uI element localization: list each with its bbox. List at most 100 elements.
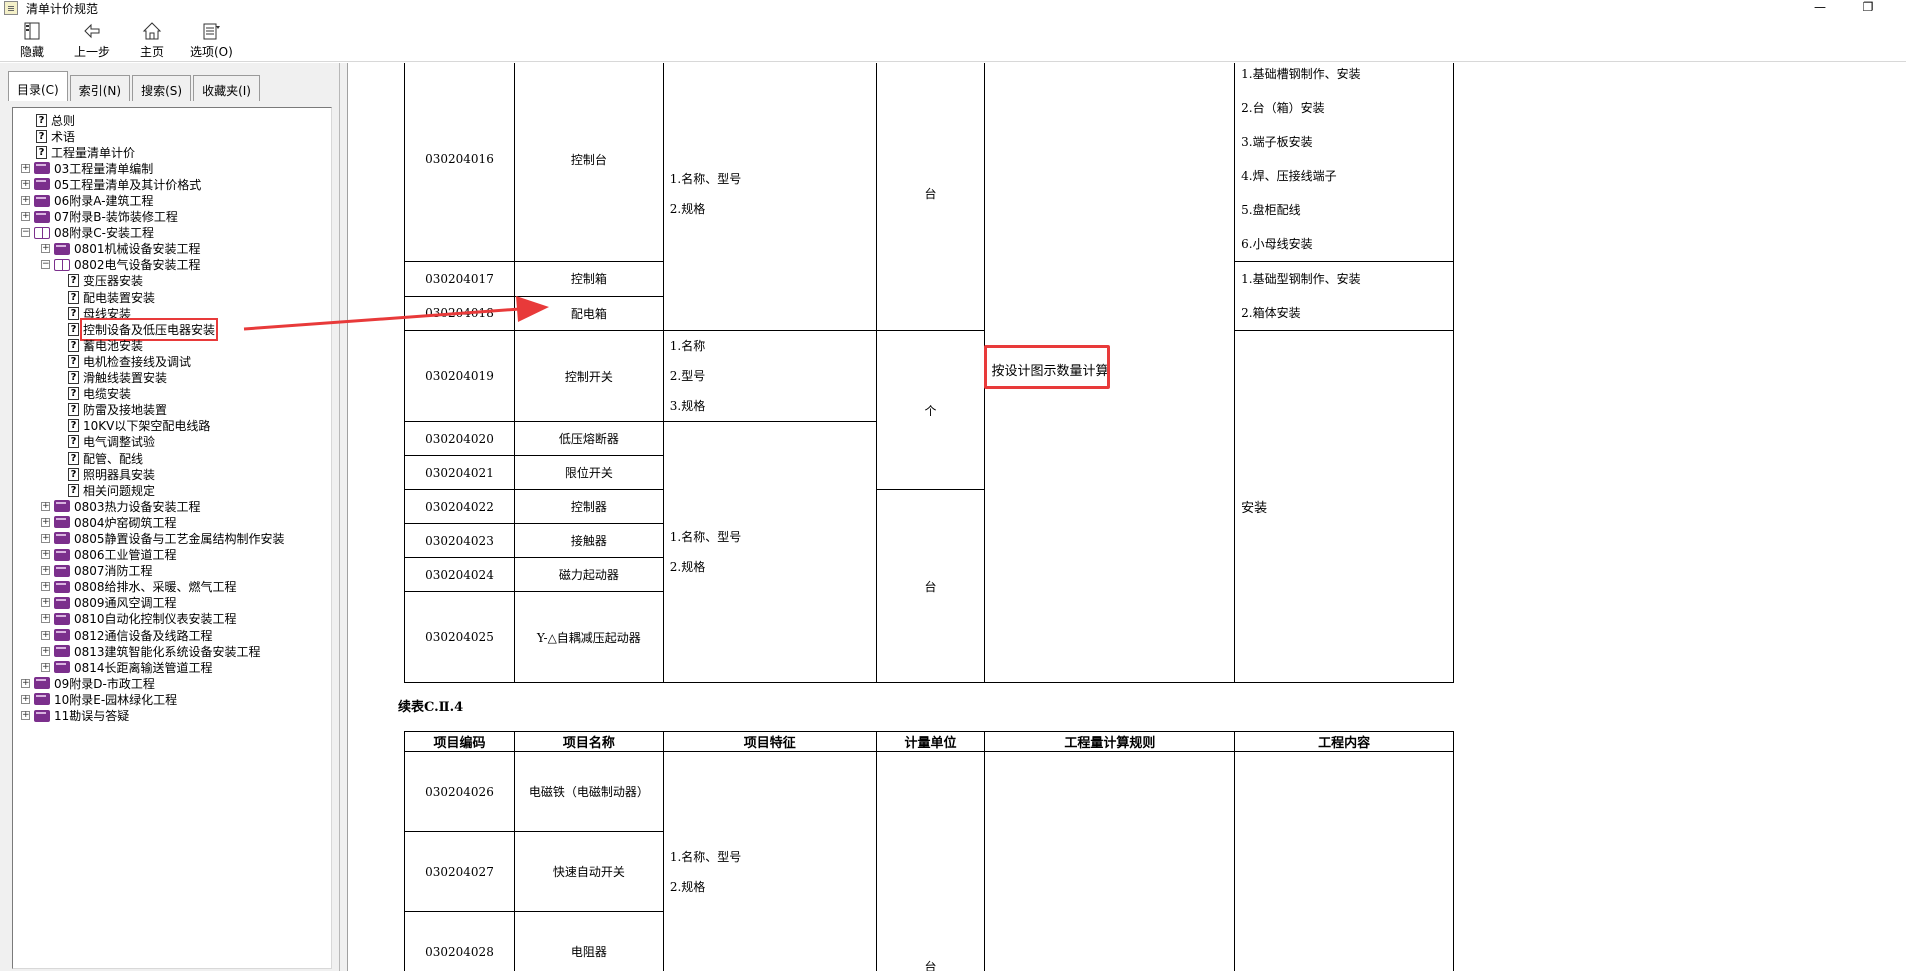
home-button[interactable]: 主页 [140, 20, 164, 60]
work-line: 5.盘柜配线 [1241, 203, 1301, 217]
tree-item[interactable]: +0803热力设备安装工程 [13, 498, 331, 514]
tree-item[interactable]: ? 控制设备及低压电器安装 [13, 317, 331, 341]
help-topic-icon: ? [68, 274, 79, 288]
expand-icon[interactable]: + [21, 163, 30, 173]
tree-item[interactable]: +0801机械设备安装工程 [13, 241, 331, 257]
tree-item[interactable]: +10附录E-园林绿化工程 [13, 691, 331, 707]
tree-item-label: 03工程量清单编制 [54, 161, 154, 176]
expand-icon[interactable]: + [21, 179, 30, 189]
tree-item[interactable]: ? 10KV以下架空配电线路 [13, 418, 331, 434]
expand-icon[interactable]: + [41, 566, 50, 576]
tree-item[interactable]: ? 工程量清单计价 [13, 144, 331, 160]
tree-item[interactable]: − 0802电气设备安装工程 [13, 257, 331, 273]
window-title: 清单计价规范 [26, 1, 99, 16]
expand-icon[interactable]: + [41, 646, 50, 656]
item-code: 030204019 [404, 330, 515, 422]
tree-item-label: 10KV以下架空配电线路 [83, 419, 211, 434]
tree-item-label: 0809通风空调工程 [74, 596, 177, 611]
tree-item[interactable]: ? 母线安装 [13, 305, 331, 321]
book-icon [54, 548, 70, 561]
item-code: 030204022 [404, 489, 515, 524]
tree-item[interactable]: +0805静置设备与工艺金属结构制作安装 [13, 530, 331, 546]
tree-item[interactable]: ? 滑触线装置安装 [13, 370, 331, 386]
tree-item[interactable]: ? 配管、配线 [13, 450, 331, 466]
tree-item[interactable]: +09附录D-市政工程 [13, 675, 331, 691]
tree-item[interactable]: ? 蓄电池安装 [13, 337, 331, 353]
help-topic-icon: ? [68, 354, 79, 368]
item-name: 控制台 [513, 63, 664, 262]
tree-item[interactable]: +0806工业管道工程 [13, 547, 331, 563]
expand-icon[interactable]: + [41, 614, 50, 624]
book-icon [34, 210, 50, 223]
hide-button[interactable]: 隐藏 [20, 20, 44, 60]
tree-item[interactable]: +0807消防工程 [13, 563, 331, 579]
tree-item[interactable]: ? 变压器安装 [13, 273, 331, 289]
feature-line: 1.名称、型号 [669, 171, 742, 186]
nav-tabs: 目录(C) 索引(N) 搜索(S) 收藏夹(I) [8, 71, 262, 101]
tab-favorites[interactable]: 收藏夹(I) [193, 75, 260, 101]
tab-search[interactable]: 搜索(S) [132, 75, 192, 101]
expand-icon[interactable]: + [41, 630, 50, 640]
tree-item-label: 工程量清单计价 [51, 145, 136, 160]
expand-icon[interactable]: + [41, 598, 50, 608]
minimize-button[interactable]: — [1800, 0, 1840, 16]
expand-icon[interactable]: + [21, 694, 30, 704]
tree-item[interactable]: +05工程量清单及其计价格式 [13, 176, 331, 192]
item-name: 配电箱 [513, 295, 664, 331]
tree-item-label: 06附录A-建筑工程 [54, 194, 154, 209]
back-button[interactable]: 上一步 [74, 20, 110, 60]
table-header-row: 项目编码 项目名称 项目特征 计量单位 工程量计算规则 工程内容 [404, 731, 1454, 752]
home-label: 主页 [140, 45, 165, 59]
tree-item[interactable]: ? 电气调整试验 [13, 434, 331, 450]
tree-item[interactable]: ? 电机检查接线及调试 [13, 353, 331, 369]
expand-icon[interactable]: + [41, 582, 50, 592]
tree-item[interactable]: +0809通风空调工程 [13, 595, 331, 611]
tree-item[interactable]: +0812通信设备及线路工程 [13, 627, 331, 643]
tree-item[interactable]: ? 电缆安装 [13, 386, 331, 402]
tree-item[interactable]: +0808给排水、采暖、燃气工程 [13, 579, 331, 595]
tree-item[interactable]: ? 防雷及接地装置 [13, 402, 331, 418]
tree-item[interactable]: +06附录A-建筑工程 [13, 192, 331, 208]
tree-item[interactable]: ? 总则 [13, 112, 331, 128]
pane-splitter[interactable] [340, 63, 348, 971]
collapse-icon[interactable]: − [41, 260, 50, 270]
book-icon [34, 194, 50, 207]
expand-icon[interactable]: + [21, 196, 30, 206]
restore-button[interactable]: ❐ [1848, 0, 1888, 16]
expand-icon[interactable]: + [41, 244, 50, 254]
help-topic-icon: ? [68, 451, 79, 465]
item-features: 1.名称 2.型号 3.规格 [662, 330, 877, 422]
tree-item-label: 0807消防工程 [74, 564, 153, 579]
expand-icon[interactable]: + [41, 501, 50, 511]
tree-item[interactable]: ? 相关问题规定 [13, 482, 331, 498]
tab-contents[interactable]: 目录(C) [8, 71, 68, 101]
tree-item[interactable]: − 08附录C-安装工程 [13, 225, 331, 241]
expand-icon[interactable]: + [21, 711, 30, 721]
tree-item-label: 变压器安装 [83, 274, 144, 289]
tree-item[interactable]: ? 配电装置安装 [13, 289, 331, 305]
tree-item-label: 防雷及接地装置 [83, 403, 168, 418]
tab-index[interactable]: 索引(N) [69, 75, 131, 101]
expand-icon[interactable]: + [41, 517, 50, 527]
work-line: 1.基础型钢制作、安装 [1241, 272, 1361, 286]
expand-icon[interactable]: + [21, 678, 30, 688]
tree-item[interactable]: +0814长距离输送管道工程 [13, 659, 331, 675]
tree-item[interactable]: +0804炉窑砌筑工程 [13, 514, 331, 530]
tree-item[interactable]: +0813建筑智能化系统设备安装工程 [13, 643, 331, 659]
tree-item[interactable]: ? 照明器具安装 [13, 466, 331, 482]
expand-icon[interactable]: + [41, 533, 50, 543]
tree-item[interactable]: +0810自动化控制仪表安装工程 [13, 611, 331, 627]
expand-icon[interactable]: + [41, 662, 50, 672]
column-header: 计量单位 [875, 731, 986, 752]
help-topic-icon: ? [68, 483, 79, 497]
tree-item[interactable]: ? 术语 [13, 128, 331, 144]
expand-icon[interactable]: + [41, 550, 50, 560]
tree-item-label: 控制设备及低压电器安装 [79, 317, 219, 341]
work-line: 2.箱体安装 [1241, 306, 1301, 320]
tree-item[interactable]: +11勘误与答疑 [13, 707, 331, 723]
tree-item[interactable]: +03工程量清单编制 [13, 160, 331, 176]
expand-icon[interactable]: + [21, 212, 30, 222]
collapse-icon[interactable]: − [21, 228, 30, 238]
tree-item[interactable]: +07附录B-装饰装修工程 [13, 209, 331, 225]
options-button[interactable]: 选项(O) [190, 20, 233, 60]
